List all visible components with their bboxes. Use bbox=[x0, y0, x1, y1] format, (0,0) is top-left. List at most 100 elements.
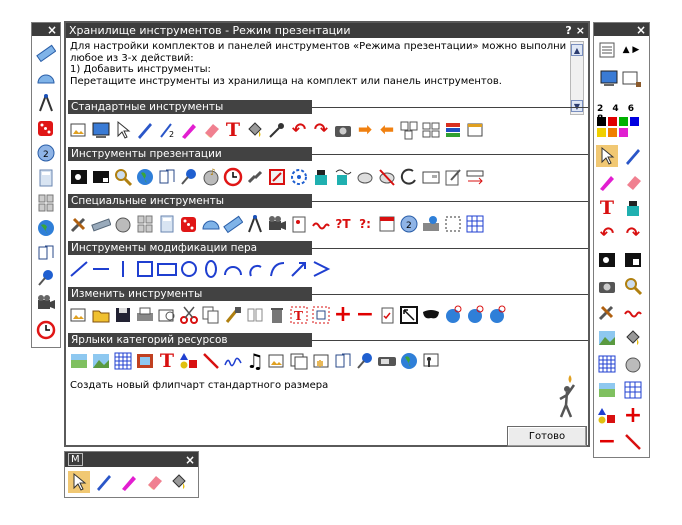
chevron-icon[interactable] bbox=[310, 258, 332, 280]
add-icon[interactable]: + bbox=[622, 405, 644, 427]
annotations-resource-icon[interactable] bbox=[222, 350, 244, 372]
close-icon[interactable]: × bbox=[636, 24, 646, 36]
window-titlebar[interactable]: Хранилище инструментов - Режим презентац… bbox=[66, 23, 588, 38]
pen-icon[interactable] bbox=[93, 471, 115, 493]
pushpin-resource-icon[interactable] bbox=[354, 350, 376, 372]
grids-resource-icon[interactable] bbox=[112, 350, 134, 372]
certificate-icon[interactable] bbox=[288, 213, 310, 235]
done-button[interactable]: Готово bbox=[507, 426, 587, 447]
clock-icon[interactable]: 2 bbox=[35, 142, 57, 164]
highlighter-icon[interactable] bbox=[118, 471, 140, 493]
video-camera-icon[interactable] bbox=[266, 213, 288, 235]
mini-palette-label[interactable]: M bbox=[68, 453, 83, 466]
eyedropper-icon[interactable] bbox=[266, 119, 288, 141]
color-swatch-yellow[interactable] bbox=[597, 128, 606, 137]
open-folder-icon[interactable] bbox=[90, 304, 112, 326]
tools-icon[interactable] bbox=[596, 301, 618, 323]
dice-icon[interactable] bbox=[178, 213, 200, 235]
timer-icon[interactable] bbox=[222, 166, 244, 188]
internet-icon[interactable] bbox=[134, 166, 156, 188]
camera-icon[interactable] bbox=[596, 275, 618, 297]
horizontal-line-icon[interactable] bbox=[90, 258, 112, 280]
remove-icon[interactable]: − bbox=[596, 431, 618, 453]
curve-icon[interactable] bbox=[266, 258, 288, 280]
screen-shade-icon[interactable] bbox=[90, 166, 112, 188]
scanner-icon[interactable] bbox=[420, 213, 442, 235]
note-pen-icon[interactable] bbox=[442, 166, 464, 188]
camera-icon[interactable] bbox=[332, 119, 354, 141]
square-icon[interactable] bbox=[134, 258, 156, 280]
desktop-annotate-icon[interactable] bbox=[598, 67, 620, 89]
color-swatch-magenta[interactable] bbox=[619, 128, 628, 137]
page-restore-resource-icon[interactable] bbox=[332, 350, 354, 372]
help-icon[interactable]: ? bbox=[565, 24, 571, 37]
activities-resource-icon[interactable] bbox=[310, 350, 332, 372]
grid-icon[interactable] bbox=[464, 213, 486, 235]
add-icon[interactable]: + bbox=[332, 304, 354, 326]
undo-icon[interactable]: ↶ bbox=[596, 223, 618, 245]
spotlight-icon[interactable] bbox=[288, 166, 310, 188]
ruler-icon[interactable] bbox=[90, 213, 112, 235]
paste-brush-icon[interactable] bbox=[222, 304, 244, 326]
page-extend-icon[interactable] bbox=[420, 166, 442, 188]
resize-icon[interactable] bbox=[398, 304, 420, 326]
backgrounds-resource-icon[interactable] bbox=[596, 379, 618, 401]
backgrounds-resource-icon[interactable] bbox=[68, 350, 90, 372]
arrow-line-icon[interactable] bbox=[288, 258, 310, 280]
connector-icon[interactable] bbox=[266, 166, 288, 188]
dice-icon[interactable] bbox=[35, 117, 57, 139]
camera-tool-icon[interactable] bbox=[112, 213, 134, 235]
small-arc-icon[interactable] bbox=[244, 258, 266, 280]
desktop-annotate-icon[interactable] bbox=[90, 119, 112, 141]
books-icon[interactable] bbox=[442, 119, 464, 141]
text-resource-icon[interactable]: T bbox=[156, 350, 178, 372]
calculator-icon[interactable] bbox=[156, 213, 178, 235]
ruler-icon[interactable] bbox=[35, 42, 57, 64]
dual-user-icon[interactable] bbox=[464, 166, 486, 188]
eraser-icon[interactable] bbox=[143, 471, 165, 493]
close-icon[interactable]: × bbox=[576, 24, 585, 37]
presenter-resource-icon[interactable] bbox=[420, 350, 442, 372]
vertical-line-icon[interactable] bbox=[112, 258, 134, 280]
ellipse-icon[interactable] bbox=[200, 258, 222, 280]
protractor-icon[interactable] bbox=[35, 67, 57, 89]
color-swatch-green[interactable] bbox=[619, 117, 628, 126]
remove-icon[interactable]: − bbox=[354, 304, 376, 326]
right-palette-titlebar[interactable]: × bbox=[594, 23, 649, 36]
compass-icon[interactable] bbox=[35, 92, 57, 114]
intro-scrollbar[interactable]: ▲ ▼ bbox=[570, 41, 584, 115]
scroll-arrows-icon[interactable]: ▲ ▶ bbox=[620, 39, 642, 61]
page-sorter-icon[interactable] bbox=[398, 119, 420, 141]
mini-palette-titlebar[interactable]: M × bbox=[65, 452, 198, 467]
lines-resource-icon[interactable] bbox=[200, 350, 222, 372]
previous-page-icon[interactable]: ⬅ bbox=[376, 119, 398, 141]
undo-icon[interactable]: ↶ bbox=[288, 119, 310, 141]
print-icon[interactable] bbox=[134, 304, 156, 326]
text-tool-icon[interactable]: T bbox=[596, 197, 618, 219]
redo-icon[interactable]: ↷ bbox=[310, 119, 332, 141]
grid-icon[interactable] bbox=[622, 379, 644, 401]
circle-icon[interactable] bbox=[178, 258, 200, 280]
selection-box-icon[interactable] bbox=[442, 213, 464, 235]
timer-icon[interactable] bbox=[35, 319, 57, 341]
rectangle-icon[interactable] bbox=[156, 258, 178, 280]
shapes-resource-icon[interactable] bbox=[178, 350, 200, 372]
protractor-icon[interactable] bbox=[200, 213, 222, 235]
page-restore-icon[interactable] bbox=[156, 166, 178, 188]
highlighter-icon[interactable] bbox=[178, 119, 200, 141]
calendar-icon[interactable] bbox=[376, 213, 398, 235]
fill-bucket-icon[interactable] bbox=[244, 119, 266, 141]
globe-link-alt-icon[interactable] bbox=[464, 304, 486, 326]
edit-text-icon[interactable]: T bbox=[288, 304, 310, 326]
globe-icon[interactable] bbox=[35, 217, 57, 239]
select-cursor-icon[interactable] bbox=[68, 471, 90, 493]
frames-resource-icon[interactable] bbox=[134, 350, 156, 372]
calculator-icon[interactable] bbox=[35, 167, 57, 189]
pen-width-icon[interactable]: 2 bbox=[156, 119, 178, 141]
shapes-resource-icon[interactable] bbox=[596, 405, 618, 427]
close-icon[interactable]: × bbox=[47, 24, 57, 36]
flipchart-window-icon[interactable] bbox=[620, 67, 642, 89]
reveal-blind-icon[interactable] bbox=[68, 166, 90, 188]
color-swatch-blue[interactable] bbox=[630, 117, 639, 126]
ink-recognition-icon[interactable] bbox=[332, 166, 354, 188]
